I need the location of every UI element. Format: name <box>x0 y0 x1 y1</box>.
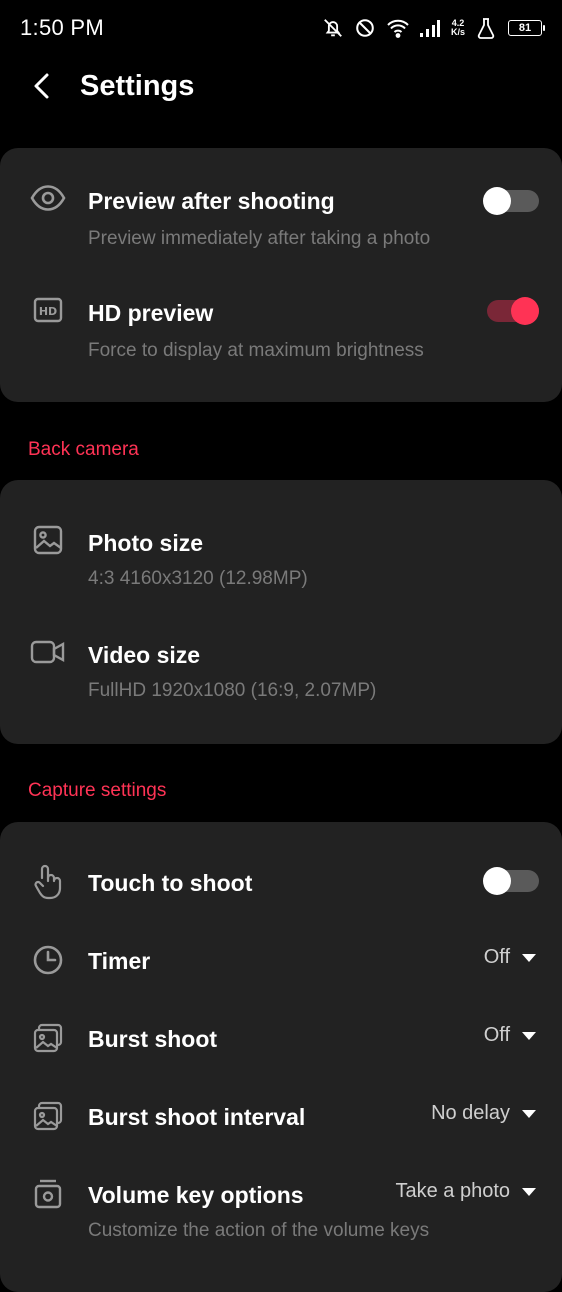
setting-title: HD preview <box>88 300 214 326</box>
net-speed-unit: K/s <box>450 27 465 37</box>
battery-level: 81 <box>518 22 532 34</box>
setting-title: Preview after shooting <box>88 188 335 214</box>
flask-icon <box>476 17 498 39</box>
burst-icon <box>30 1020 66 1056</box>
caret-down-icon <box>522 953 536 962</box>
setting-row-video-size[interactable]: Video size FullHD 1920x1080 (16:9, 2.07M… <box>0 616 562 716</box>
status-time: 1:50 PM <box>20 15 105 40</box>
setting-row-preview-after-shooting[interactable]: Preview after shooting Preview immediate… <box>0 166 562 266</box>
capture-settings-card: Touch to shoot Timer Off Burst shoot Off… <box>0 822 562 1292</box>
setting-subtitle: 4:3 4160x3120 (12.98MP) <box>88 568 308 589</box>
chevron-left-icon <box>34 73 49 99</box>
battery-icon: 81 <box>508 20 545 36</box>
setting-row-photo-size[interactable]: Photo size 4:3 4160x3120 (12.98MP) <box>0 504 562 604</box>
setting-row-timer[interactable]: Timer Off <box>0 924 562 998</box>
setting-row-hd-preview[interactable]: HD HD preview Force to display at maximu… <box>0 278 562 378</box>
status-icons: 4.2 K/s 81 <box>322 17 545 39</box>
dropdown-value: Off <box>483 1024 510 1046</box>
toggle-knob <box>483 867 511 895</box>
setting-subtitle: Preview immediately after taking a photo <box>88 228 431 249</box>
hd-preview-toggle[interactable] <box>483 296 539 325</box>
dropdown-value: No delay <box>431 1102 510 1124</box>
burst-shoot-dropdown[interactable]: Off <box>484 1024 536 1047</box>
setting-title: Volume key options <box>88 1182 304 1208</box>
setting-subtitle: FullHD 1920x1080 (16:9, 2.07MP) <box>88 680 377 701</box>
setting-row-touch-to-shoot[interactable]: Touch to shoot <box>0 846 562 920</box>
eye-icon <box>30 180 66 216</box>
volume-key-icon <box>30 1176 66 1212</box>
setting-title: Photo size <box>88 530 204 556</box>
back-button[interactable] <box>22 66 62 106</box>
volume-key-options-dropdown[interactable]: Take a photo <box>395 1180 536 1203</box>
dropdown-value: Off <box>483 946 510 968</box>
setting-title: Burst shoot <box>88 1026 218 1052</box>
section-label-capture-settings: Capture settings <box>28 780 167 801</box>
bell-off-icon <box>322 17 344 39</box>
preview-after-shooting-toggle[interactable] <box>483 186 539 215</box>
page-title: Settings <box>80 69 195 102</box>
dropdown-value: Take a photo <box>395 1180 510 1202</box>
caret-down-icon <box>522 1031 536 1040</box>
toggle-knob <box>483 187 511 215</box>
network-speed: 4.2 K/s <box>450 19 466 37</box>
burst-interval-icon <box>30 1098 66 1134</box>
caret-down-icon <box>522 1187 536 1196</box>
setting-row-burst-shoot[interactable]: Burst shoot Off <box>0 1002 562 1076</box>
setting-subtitle: Customize the action of the volume keys <box>88 1220 430 1241</box>
do-not-disturb-icon <box>354 17 376 39</box>
setting-row-burst-shoot-interval[interactable]: Burst shoot interval No delay <box>0 1080 562 1154</box>
section-label-back-camera: Back camera <box>28 439 139 460</box>
status-bar: 1:50 PM 4.2 K/s 81 <box>0 0 562 56</box>
setting-subtitle: Force to display at maximum brightness <box>88 340 424 361</box>
toggle-knob <box>511 297 539 325</box>
clock-icon <box>30 942 66 978</box>
touch-to-shoot-toggle[interactable] <box>483 866 539 895</box>
video-camera-icon <box>30 634 66 670</box>
setting-title: Burst shoot interval <box>88 1104 306 1130</box>
burst-shoot-interval-dropdown[interactable]: No delay <box>431 1102 536 1125</box>
svg-text:HD: HD <box>39 305 57 318</box>
setting-row-volume-key-options[interactable]: Volume key options Customize the action … <box>0 1158 562 1268</box>
touch-icon <box>30 864 66 900</box>
image-icon <box>30 522 66 558</box>
app-header: Settings <box>0 56 562 116</box>
signal-icon <box>418 17 440 39</box>
back-camera-card: Photo size 4:3 4160x3120 (12.98MP) Video… <box>0 480 562 744</box>
wifi-icon <box>386 17 409 39</box>
setting-title: Touch to shoot <box>88 870 253 896</box>
setting-title: Video size <box>88 642 201 668</box>
preview-settings-card: Preview after shooting Preview immediate… <box>0 148 562 402</box>
timer-dropdown[interactable]: Off <box>484 946 536 969</box>
hd-icon: HD <box>30 292 66 328</box>
caret-down-icon <box>522 1109 536 1118</box>
setting-title: Timer <box>88 948 151 974</box>
